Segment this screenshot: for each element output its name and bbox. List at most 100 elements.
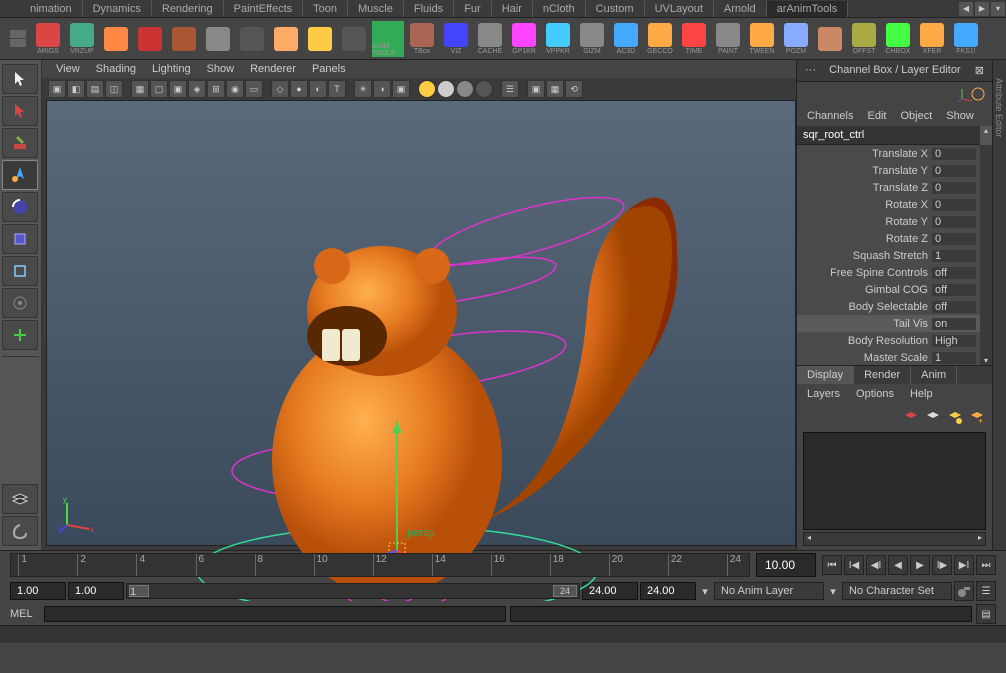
vp-menu-view[interactable]: View xyxy=(48,61,88,77)
shelf-button[interactable] xyxy=(168,21,200,57)
layer-add-sel-new-icon[interactable]: + xyxy=(968,408,986,426)
shelf-button[interactable] xyxy=(338,21,370,57)
attr-value[interactable]: 0 xyxy=(932,165,976,177)
menu-custom[interactable]: Custom xyxy=(586,1,645,17)
shelf-button[interactable]: GECCO xyxy=(644,21,676,57)
scale-tool[interactable] xyxy=(2,224,38,254)
step-forward-icon[interactable]: I▶ xyxy=(932,555,952,575)
shelf-scroll-left-icon[interactable]: ◀ xyxy=(959,2,973,16)
script-lang-label[interactable]: MEL xyxy=(10,608,40,620)
command-input[interactable] xyxy=(44,606,506,622)
attr-value[interactable]: 0 xyxy=(932,148,976,160)
vp-render-settings-icon[interactable]: ⟲ xyxy=(565,80,583,98)
ch-menu-show[interactable]: Show xyxy=(942,108,978,124)
paint-select-tool[interactable] xyxy=(2,128,38,158)
channel-attr-row[interactable]: Translate Z0 xyxy=(797,179,980,196)
vp-wireframe-icon[interactable]: ◇ xyxy=(271,80,289,98)
channel-attr-row[interactable]: Translate X0 xyxy=(797,145,980,162)
layer-new-icon[interactable] xyxy=(902,408,920,426)
vp-field-chart-icon[interactable]: ⊞ xyxy=(207,80,225,98)
select-tool[interactable] xyxy=(2,64,38,94)
shelf-button[interactable]: VPPKR xyxy=(542,21,574,57)
shelf-button[interactable] xyxy=(202,21,234,57)
shelf-button[interactable]: CHBOX xyxy=(882,21,914,57)
attr-value[interactable]: off xyxy=(932,301,976,313)
menu-muscle[interactable]: Muscle xyxy=(348,1,404,17)
shelf-button[interactable]: FKS1! xyxy=(950,21,982,57)
vp-menu-lighting[interactable]: Lighting xyxy=(144,61,199,77)
shelf-menu-icon[interactable]: ▾ xyxy=(991,2,1005,16)
attr-value[interactable]: High xyxy=(932,335,976,347)
step-back-icon[interactable]: ◀I xyxy=(866,555,886,575)
channel-attr-row[interactable]: Body Selectableoff xyxy=(797,298,980,315)
menu-arnold[interactable]: Arnold xyxy=(714,1,767,17)
vp-shadows-icon[interactable]: ◑ xyxy=(373,80,391,98)
shelf-button[interactable]: OFFST xyxy=(848,21,880,57)
range-slider[interactable]: 1 24 xyxy=(126,583,580,599)
range-start-inner[interactable]: 1.00 xyxy=(68,582,124,600)
channel-attr-row[interactable]: Body ResolutionHigh xyxy=(797,332,980,349)
shelf-button[interactable]: XFER xyxy=(916,21,948,57)
attr-value[interactable]: off xyxy=(932,267,976,279)
layer-add-sel-icon[interactable] xyxy=(946,408,964,426)
viewport-3d[interactable]: y x z persp xyxy=(46,100,796,546)
lasso-tool[interactable] xyxy=(2,96,38,126)
channel-attr-row[interactable]: Tail Vison xyxy=(797,315,980,332)
attr-value[interactable]: 0 xyxy=(932,182,976,194)
vp-safe-title-icon[interactable]: ▭ xyxy=(245,80,263,98)
ch-menu-channels[interactable]: Channels xyxy=(803,108,857,124)
vp-menu-panels[interactable]: Panels xyxy=(304,61,354,77)
universal-manip-tool[interactable] xyxy=(2,256,38,286)
shelf-button[interactable] xyxy=(236,21,268,57)
shelf-button[interactable] xyxy=(814,21,846,57)
vp-menu-show[interactable]: Show xyxy=(199,61,243,77)
range-start-outer[interactable]: 1.00 xyxy=(10,582,66,600)
channel-attr-row[interactable]: Rotate Y0 xyxy=(797,213,980,230)
shelf-button[interactable]: TBox xyxy=(406,21,438,57)
menu-hair[interactable]: Hair xyxy=(492,1,533,17)
menu-ncloth[interactable]: nCloth xyxy=(533,1,586,17)
vp-light-ball-3-icon[interactable] xyxy=(456,80,474,98)
vp-wire-shaded-icon[interactable]: ◐ xyxy=(309,80,327,98)
layer-toggle-tool[interactable] xyxy=(2,484,38,514)
attr-value[interactable]: off xyxy=(932,284,976,296)
menu-rendering[interactable]: Rendering xyxy=(152,1,224,17)
vp-res-gate-icon[interactable]: ▣ xyxy=(169,80,187,98)
menu-fluids[interactable]: Fluids xyxy=(404,1,454,17)
shelf-button[interactable]: GIZM xyxy=(576,21,608,57)
layer-tab-display[interactable]: Display xyxy=(797,366,854,384)
shelf-button[interactable]: POZM xyxy=(780,21,812,57)
vp-film-gate-icon[interactable]: ▢ xyxy=(150,80,168,98)
range-handle-left[interactable]: 1 xyxy=(129,585,149,597)
vp-menu-renderer[interactable]: Renderer xyxy=(242,61,304,77)
menu-painteffects[interactable]: PaintEffects xyxy=(224,1,304,17)
play-forward-icon[interactable]: ▶ xyxy=(910,555,930,575)
channel-attr-row[interactable]: Master Scale1 xyxy=(797,349,980,365)
shelf-button[interactable]: AC3D xyxy=(610,21,642,57)
shelf-button[interactable]: TWEEN xyxy=(746,21,778,57)
tab-attribute-editor[interactable]: Attribute Editor xyxy=(993,70,1005,550)
soft-select-tool[interactable] xyxy=(2,288,38,318)
vp-render-icon[interactable]: ▣ xyxy=(527,80,545,98)
menu-uvlayout[interactable]: UVLayout xyxy=(645,1,714,17)
step-forward-key-icon[interactable]: ▶I xyxy=(954,555,974,575)
attr-value[interactable]: on xyxy=(932,318,976,330)
anim-layer-menu-icon[interactable]: ▾ xyxy=(826,585,840,598)
manip-axis-icon[interactable] xyxy=(956,85,986,103)
layer-menu-options[interactable]: Options xyxy=(852,386,898,402)
shelf-button[interactable]: ANIM TOOLS xyxy=(372,21,404,57)
layer-tab-render[interactable]: Render xyxy=(854,366,911,384)
vp-menu-shading[interactable]: Shading xyxy=(88,61,144,77)
anim-layer-select[interactable]: No Anim Layer xyxy=(714,582,824,600)
shelf-button[interactable] xyxy=(134,21,166,57)
shelf-button[interactable] xyxy=(100,21,132,57)
vp-xray-icon[interactable]: ☰ xyxy=(501,80,519,98)
vp-bookmark-icon[interactable]: ◧ xyxy=(67,80,85,98)
vp-light-ball-4-icon[interactable] xyxy=(475,80,493,98)
layer-new-empty-icon[interactable] xyxy=(924,408,942,426)
step-back-key-icon[interactable]: I◀ xyxy=(844,555,864,575)
go-to-end-icon[interactable]: ⏭ xyxy=(976,555,996,575)
shelf-button[interactable]: TIME xyxy=(678,21,710,57)
shelf-button[interactable] xyxy=(304,21,336,57)
vp-light-ball-1-icon[interactable] xyxy=(418,80,436,98)
